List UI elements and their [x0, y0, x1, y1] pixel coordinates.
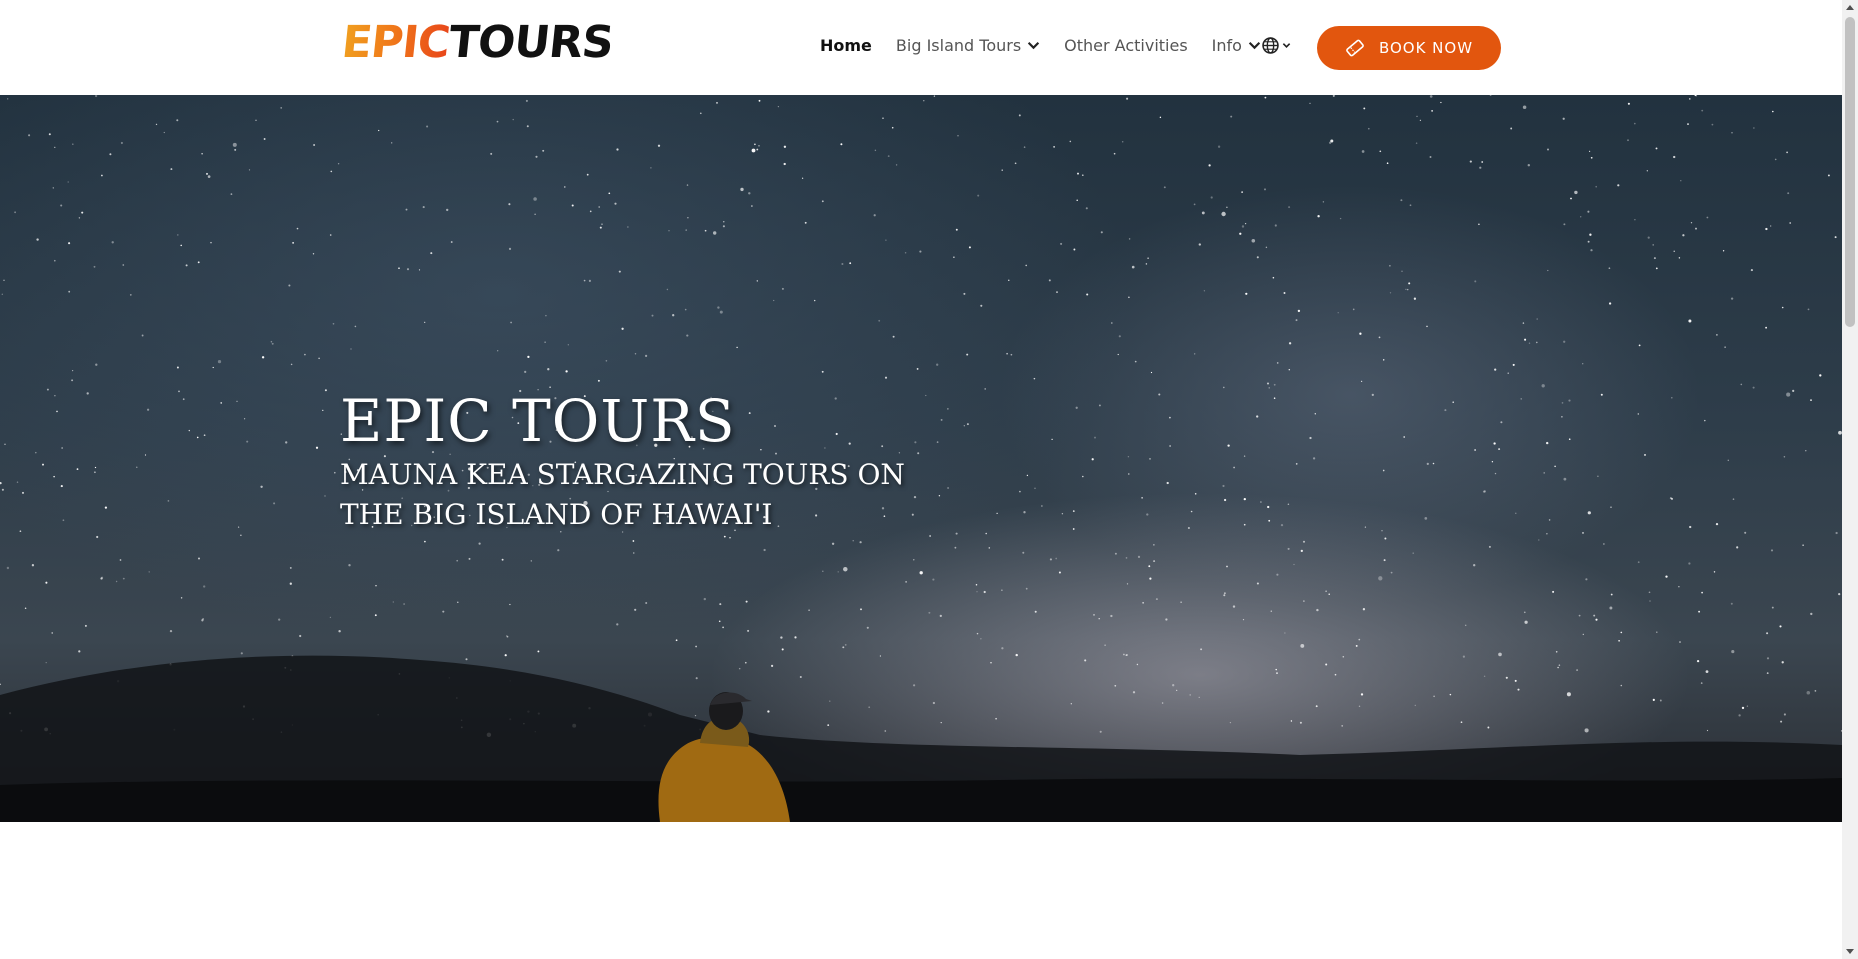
nav-item-label: Big Island Tours	[895, 36, 1022, 55]
chevron-down-icon	[1248, 42, 1261, 50]
hero-subtitle: MAUNA KEA STARGAZING TOURS ON THE BIG IS…	[340, 458, 905, 531]
book-now-label: BOOK NOW	[1378, 39, 1474, 57]
site-header: EPICTOURS Home Big Island Tours Other Ac…	[0, 0, 1842, 95]
nav-item-label: Info	[1211, 36, 1242, 55]
chevron-down-icon	[1282, 43, 1291, 48]
logo-tours-text: TOURS	[446, 17, 616, 68]
nav-item-label: Other Activities	[1064, 36, 1188, 55]
main-nav: Home Big Island Tours Other Activities I…	[820, 36, 1285, 55]
scrollbar-thumb[interactable]	[1845, 17, 1855, 327]
nav-item-home[interactable]: Home	[820, 36, 872, 55]
hero-title: EPIC TOURS	[340, 387, 736, 455]
language-selector[interactable]	[1262, 37, 1291, 54]
book-now-button[interactable]: BOOK NOW	[1317, 26, 1501, 70]
logo[interactable]: EPICTOURS	[339, 17, 616, 68]
nav-item-label: Home	[820, 36, 872, 55]
scroll-down-arrow[interactable]	[1846, 949, 1854, 954]
nav-item-other-activities[interactable]: Other Activities	[1064, 36, 1188, 55]
hero-banner: EPIC TOURS MAUNA KEA STARGAZING TOURS ON…	[0, 95, 1842, 822]
logo-epic-text: EPIC	[339, 17, 452, 68]
nav-item-big-island-tours[interactable]: Big Island Tours	[896, 36, 1040, 55]
ticket-icon	[1346, 39, 1364, 57]
nav-item-info[interactable]: Info	[1212, 36, 1261, 55]
scroll-up-arrow[interactable]	[1846, 5, 1854, 10]
page-scrollbar[interactable]	[1842, 0, 1858, 959]
globe-icon	[1262, 37, 1279, 54]
chevron-down-icon	[1028, 42, 1040, 50]
